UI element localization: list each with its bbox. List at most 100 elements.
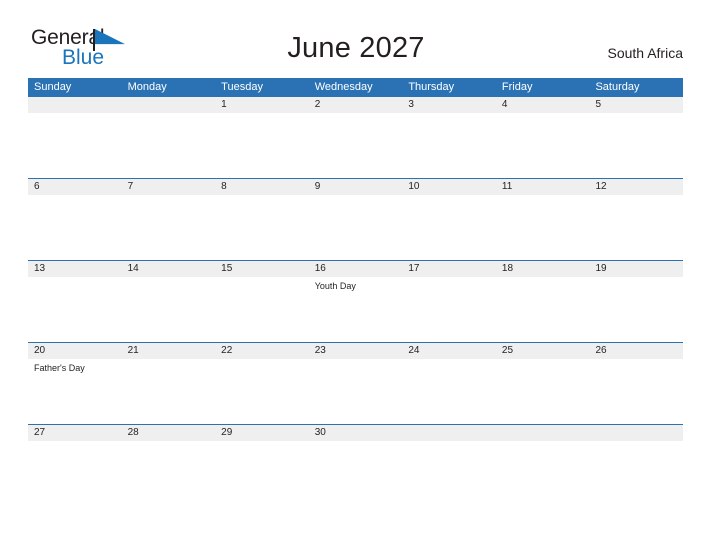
day-number[interactable]: 8 <box>215 179 309 195</box>
day-number[interactable]: 7 <box>122 179 216 195</box>
day-number[interactable]: 27 <box>28 425 122 441</box>
day-events <box>309 195 403 260</box>
day-number[interactable]: 10 <box>402 179 496 195</box>
day-events <box>309 113 403 178</box>
day-number[interactable]: 20 <box>28 343 122 359</box>
day-number[interactable]: 3 <box>402 97 496 113</box>
week-date-band: 27 28 29 30 <box>28 424 683 441</box>
day-number[interactable]: 9 <box>309 179 403 195</box>
week-date-band: 12345 <box>28 97 683 113</box>
day-number[interactable]: 12 <box>589 179 683 195</box>
day-events <box>496 441 590 506</box>
week-event-band <box>28 441 683 506</box>
day-number[interactable]: 13 <box>28 261 122 277</box>
day-number-empty <box>402 425 496 441</box>
day-events <box>402 359 496 424</box>
holiday-event-label: Father's Day <box>34 363 85 373</box>
day-events <box>496 195 590 260</box>
week-date-band: 6 7 8 9 10 11 12 <box>28 178 683 195</box>
day-number[interactable]: 22 <box>215 343 309 359</box>
day-events <box>589 195 683 260</box>
day-number-empty <box>589 425 683 441</box>
day-number[interactable]: 28 <box>122 425 216 441</box>
day-number[interactable]: 14 <box>122 261 216 277</box>
day-number[interactable]: 6 <box>28 179 122 195</box>
day-number-empty <box>496 425 590 441</box>
calendar-weeks: 1 2 3 4 5 6 7 8 9 10 11 12 13 14 15 16 17 18 19 Youth Day 20… <box>28 97 683 506</box>
calendar-grid: Sunday Monday Tuesday Wednesday Thursday Frid… <box>28 78 683 506</box>
day-events <box>215 113 309 178</box>
day-events <box>496 277 590 342</box>
day-of-week-wednesday: Wednesday <box>314 81 373 93</box>
day-events <box>589 359 683 424</box>
calendar-week-row: 20 21 22 23 24 25 26 Father's Day <box>28 342 683 424</box>
day-events <box>402 113 496 178</box>
day-number[interactable]: 15 <box>215 261 309 277</box>
day-number[interactable]: 16 <box>309 261 403 277</box>
day-number[interactable]: 1 <box>215 97 309 113</box>
day-events: Youth Day <box>309 277 403 342</box>
day-events <box>28 113 122 178</box>
day-events <box>122 359 216 424</box>
calendar-week-row: 13 14 15 16 17 18 19 Youth Day <box>28 260 683 342</box>
day-events <box>122 195 216 260</box>
day-of-week-saturday: Saturday <box>595 81 640 93</box>
day-events <box>215 441 309 506</box>
day-number[interactable]: 29 <box>215 425 309 441</box>
day-number[interactable]: 19 <box>589 261 683 277</box>
day-number-empty <box>122 97 216 113</box>
day-number[interactable]: 30 <box>309 425 403 441</box>
day-events <box>215 359 309 424</box>
day-of-week-tuesday: Tuesday <box>221 81 263 93</box>
day-events <box>589 113 683 178</box>
day-number[interactable]: 26 <box>589 343 683 359</box>
country-label: South Africa <box>607 45 684 61</box>
week-date-band: 20 21 22 23 24 25 26 <box>28 342 683 359</box>
day-number[interactable]: 17 <box>402 261 496 277</box>
week-date-band: 13 14 15 16 17 18 19 <box>28 260 683 277</box>
day-events <box>402 195 496 260</box>
day-number[interactable]: 11 <box>496 179 590 195</box>
day-events <box>215 277 309 342</box>
day-events <box>28 277 122 342</box>
day-events <box>122 441 216 506</box>
day-events <box>122 113 216 178</box>
day-number-empty <box>28 97 122 113</box>
day-events <box>496 113 590 178</box>
holiday-event-label: Youth Day <box>314 281 356 291</box>
day-of-week-header-row: Sunday Monday Tuesday Wednesday Thursday Frid… <box>28 78 683 97</box>
calendar-week-row: 12345 <box>28 97 683 178</box>
day-number[interactable]: 4 <box>496 97 590 113</box>
day-of-week-monday: Monday <box>127 81 167 93</box>
day-number[interactable]: 18 <box>496 261 590 277</box>
day-events <box>589 277 683 342</box>
week-event-band <box>28 113 683 178</box>
calendar-week-row: 27 28 29 30 <box>28 424 683 506</box>
page-header: General Blue June 2027 South Africa <box>0 0 712 78</box>
day-events <box>496 359 590 424</box>
day-events: Father's Day <box>28 359 122 424</box>
week-event-band <box>28 195 683 260</box>
week-event-band: Father's Day <box>28 359 683 424</box>
day-number[interactable]: 2 <box>309 97 403 113</box>
day-number[interactable]: 23 <box>309 343 403 359</box>
day-events <box>309 359 403 424</box>
day-events <box>28 441 122 506</box>
day-events <box>28 195 122 260</box>
day-of-week-friday: Friday <box>501 81 533 93</box>
day-events <box>215 195 309 260</box>
calendar-week-row: 6 7 8 9 10 11 12 <box>28 178 683 260</box>
day-number[interactable]: 25 <box>496 343 590 359</box>
day-number[interactable]: 5 <box>589 97 683 113</box>
page-title: June 2027 <box>287 32 425 64</box>
day-events <box>402 441 496 506</box>
day-of-week-sunday: Sunday <box>34 81 72 93</box>
day-of-week-thursday: Thursday <box>408 81 455 93</box>
day-events <box>122 277 216 342</box>
day-number[interactable]: 24 <box>402 343 496 359</box>
week-event-band: Youth Day <box>28 277 683 342</box>
day-events <box>402 277 496 342</box>
day-events <box>309 441 403 506</box>
day-number[interactable]: 21 <box>122 343 216 359</box>
day-events <box>589 441 683 506</box>
